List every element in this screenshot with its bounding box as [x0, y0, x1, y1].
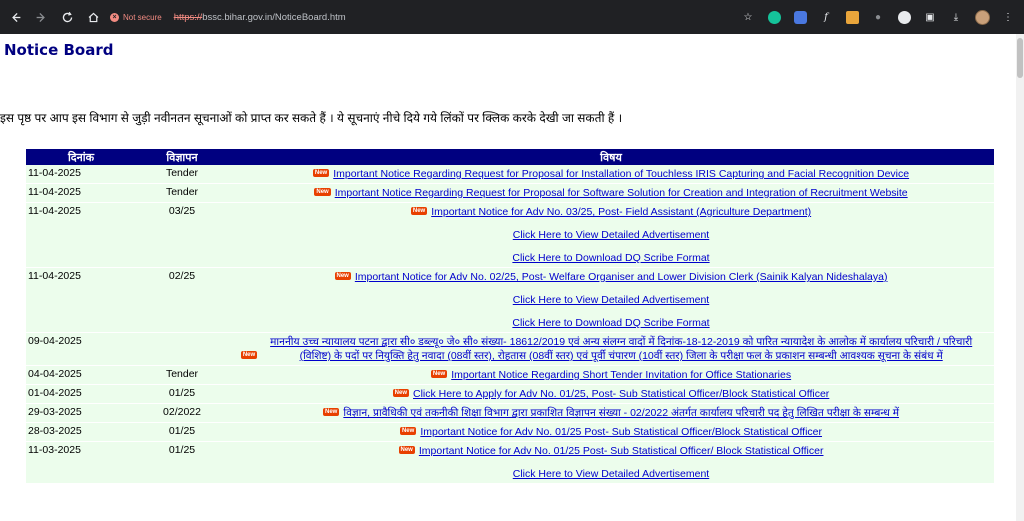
home-icon[interactable] — [82, 6, 104, 28]
row-date: 29-03-2025 — [26, 403, 136, 423]
new-badge-icon: New — [314, 188, 331, 196]
notice-link[interactable]: विज्ञान, प्रावैधिकी एवं तकनीकी शिक्षा वि… — [343, 406, 899, 420]
row-subject: New Important Notice for Adv No. 02/25, P… — [228, 267, 994, 333]
url-path: bssc.bihar.gov.in/NoticeBoard.htm — [202, 11, 346, 23]
row-date: 11-04-2025 — [26, 183, 136, 203]
table-header-row: दिनांक विज्ञापन विषय — [26, 149, 994, 165]
header-date: दिनांक — [26, 149, 136, 165]
new-badge-icon: New — [334, 272, 351, 280]
back-icon[interactable] — [4, 6, 26, 28]
row-advertisement: 03/25 — [136, 202, 228, 268]
new-badge-icon: New — [430, 370, 448, 378]
row-subject: New विज्ञान, प्रावैधिकी एवं तकनीकी शिक्षा… — [228, 403, 994, 423]
profile-avatar[interactable] — [972, 7, 992, 27]
row-date: 11-04-2025 — [26, 165, 136, 184]
scrollbar-thumb[interactable] — [1017, 38, 1023, 78]
row-date: 11-03-2025 — [26, 441, 136, 484]
browser-toolbar: × Not secure https://bssc.bihar.gov.in/N… — [0, 0, 1024, 34]
forward-icon[interactable] — [30, 6, 52, 28]
row-subject: New Important Notice for Adv No. 01/25 Po… — [228, 441, 994, 484]
page-content: Notice Board इस पृष्ठ पर आप इस विभाग से … — [0, 34, 1024, 521]
notice-link[interactable]: माननीय उच्च न्यायालय पटना द्वारा सी० डब्… — [261, 335, 981, 363]
microphone-icon[interactable]: ● — [868, 7, 888, 27]
download-scribe-format-link[interactable]: Click Here to Download DQ Scribe Format — [230, 316, 992, 330]
address-bar[interactable]: × Not secure https://bssc.bihar.gov.in/N… — [104, 4, 824, 30]
notice-link[interactable]: Important Notice for Adv No. 01/25 Post-… — [420, 426, 822, 438]
row-advertisement: Tender — [136, 183, 228, 203]
bookmark-star-icon[interactable]: ☆ — [738, 7, 758, 27]
table-row: 28-03-2025 01/25 New Important Notice for A… — [26, 422, 994, 442]
row-advertisement: 02/25 — [136, 267, 228, 333]
new-badge-icon: New — [323, 408, 340, 416]
font-extension-icon[interactable]: f — [816, 7, 836, 27]
row-advertisement: 01/25 — [136, 441, 228, 484]
row-date: 01-04-2025 — [26, 384, 136, 404]
extension-c-icon[interactable] — [894, 7, 914, 27]
row-date: 11-04-2025 — [26, 202, 136, 268]
notice-link[interactable]: Important Notice for Adv No. 02/25, Post… — [355, 271, 888, 283]
header-advertisement: विज्ञापन — [136, 149, 228, 165]
notice-link[interactable]: Click Here to Apply for Adv No. 01/25, P… — [413, 388, 829, 400]
notice-link[interactable]: Important Notice Regarding Request for P… — [335, 187, 908, 199]
row-date: 09-04-2025 — [26, 332, 136, 366]
row-advertisement: Tender — [136, 165, 228, 184]
row-subject: New Important Notice Regarding Short Tend… — [228, 365, 994, 385]
row-subject: New Important Notice Regarding Request fo… — [228, 165, 994, 184]
notice-link[interactable]: Important Notice Regarding Short Tender … — [451, 369, 791, 381]
new-badge-icon: New — [312, 169, 330, 177]
page-scrollbar[interactable] — [1016, 34, 1024, 521]
table-row: 09-04-2025 Newमाननीय उच्च न्यायालय पटना द… — [26, 332, 994, 366]
row-subject: Newमाननीय उच्च न्यायालय पटना द्वारा सी० … — [228, 332, 994, 366]
url-scheme: https:// — [173, 11, 203, 23]
table-row: 01-04-2025 01/25 New Click Here to Apply fo… — [26, 384, 994, 404]
table-row: 11-04-2025 Tender New Important Notice Rega… — [26, 165, 994, 184]
page-title: Notice Board — [4, 41, 114, 59]
notice-link[interactable]: Important Notice Regarding Request for P… — [333, 168, 909, 180]
table-row: 11-03-2025 01/25 New Important Notice for A… — [26, 441, 994, 484]
row-subject: New Click Here to Apply for Adv No. 01/25… — [228, 384, 994, 404]
table-row: 11-04-2025 02/25 New Important Notice for A… — [26, 267, 994, 333]
url-text[interactable]: https://bssc.bihar.gov.in/NoticeBoard.ht… — [174, 12, 346, 23]
notice-link[interactable]: Important Notice for Adv No. 01/25 Post-… — [419, 445, 824, 457]
row-date: 28-03-2025 — [26, 422, 136, 442]
row-advertisement — [136, 332, 228, 366]
row-subject: New Important Notice for Adv No. 03/25, P… — [228, 202, 994, 268]
download-scribe-format-link[interactable]: Click Here to Download DQ Scribe Format — [230, 251, 992, 265]
color-picker-extension-icon[interactable] — [842, 7, 862, 27]
row-date: 04-04-2025 — [26, 365, 136, 385]
row-advertisement: 01/25 — [136, 422, 228, 442]
table-row: 29-03-2025 02/2022 New विज्ञान, प्रावैधिकी … — [26, 403, 994, 423]
notice-table: दिनांक विज्ञापन विषय 11-04-2025 Tender New… — [26, 149, 994, 484]
header-subject: विषय — [228, 149, 994, 165]
row-date: 11-04-2025 — [26, 267, 136, 333]
row-subject: New Important Notice Regarding Request fo… — [228, 183, 994, 203]
view-advertisement-link[interactable]: Click Here to View Detailed Advertisemen… — [230, 467, 992, 481]
reload-icon[interactable] — [56, 6, 78, 28]
extension-blue-icon[interactable] — [790, 7, 810, 27]
notice-link[interactable]: Important Notice for Adv No. 03/25, Post… — [431, 206, 811, 218]
security-label: Not secure — [123, 12, 162, 22]
intro-text: इस पृष्ठ पर आप इस विभाग से जुड़ी नवीनतन … — [0, 111, 623, 125]
new-badge-icon: New — [399, 427, 417, 435]
row-advertisement: 01/25 — [136, 384, 228, 404]
new-badge-icon: New — [240, 351, 258, 359]
security-indicator[interactable]: × Not secure — [110, 12, 162, 22]
new-badge-icon: New — [410, 207, 428, 215]
view-advertisement-link[interactable]: Click Here to View Detailed Advertisemen… — [230, 228, 992, 242]
table-row: 11-04-2025 Tender New Important Notice Rega… — [26, 183, 994, 203]
grammarly-extension-icon[interactable] — [764, 7, 784, 27]
table-row: 04-04-2025 Tender New Important Notice Rega… — [26, 365, 994, 385]
new-badge-icon: New — [398, 446, 415, 454]
extensions-puzzle-icon[interactable]: ▣ — [920, 7, 940, 27]
row-advertisement: 02/2022 — [136, 403, 228, 423]
new-badge-icon: New — [392, 389, 410, 397]
row-advertisement: Tender — [136, 365, 228, 385]
download-icon[interactable]: ⤓ — [946, 7, 966, 27]
menu-kebab-icon[interactable]: ⋮ — [998, 7, 1018, 27]
table-row: 11-04-2025 03/25 New Important Notice for A… — [26, 202, 994, 268]
view-advertisement-link[interactable]: Click Here to View Detailed Advertisemen… — [230, 293, 992, 307]
row-subject: New Important Notice for Adv No. 01/25 Po… — [228, 422, 994, 442]
warning-icon: × — [110, 12, 119, 22]
